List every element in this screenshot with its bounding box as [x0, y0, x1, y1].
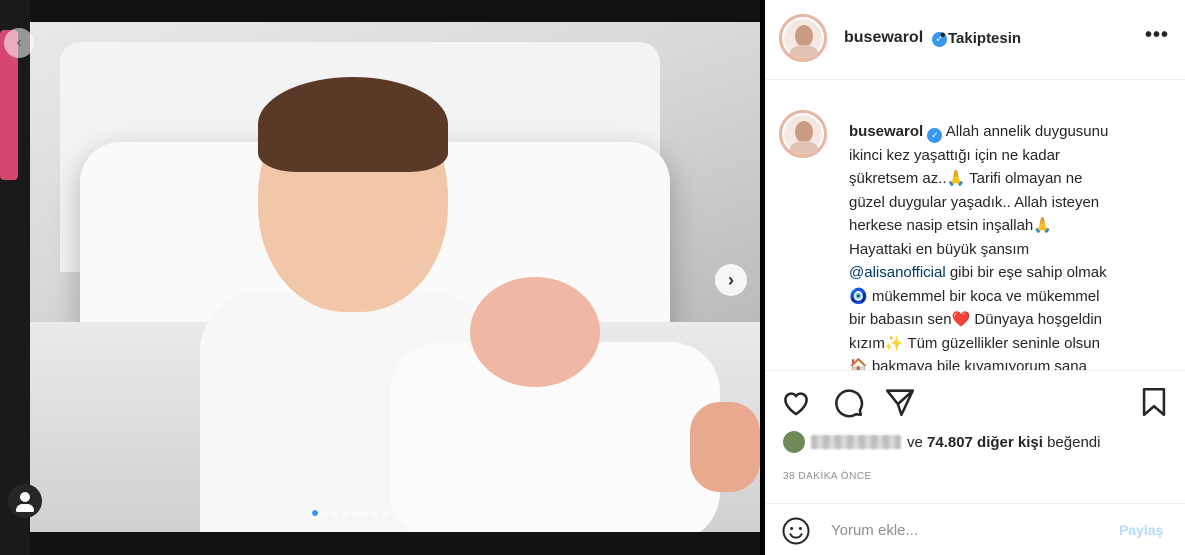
- bookmark-icon[interactable]: [1137, 385, 1171, 419]
- caption-line: güzel duygular yaşadık.. Allah isteyen: [849, 193, 1100, 211]
- caption-line: bir babasın sen❤️ Dünyaya hoşgeldin: [849, 311, 1103, 328]
- mention-link[interactable]: @alisanofficial: [849, 264, 946, 281]
- user-tag-icon[interactable]: [8, 484, 42, 518]
- comment-icon[interactable]: [831, 385, 865, 419]
- likes-count[interactable]: 74.807 diğer kişi: [927, 434, 1043, 451]
- separator-dot: •: [940, 27, 946, 44]
- avatar[interactable]: [779, 14, 827, 62]
- carousel-dot: [322, 510, 328, 516]
- post-actions: ve 74.807 diğer kişi beğendi 38 DAKİKA Ö…: [765, 370, 1185, 500]
- follow-status-button[interactable]: Takiptesin: [948, 30, 1021, 47]
- carousel-dot: [342, 510, 348, 516]
- photo-scene: [0, 22, 760, 532]
- smile-icon[interactable]: [781, 516, 811, 546]
- photo-baby-face: [470, 277, 600, 387]
- caption-avatar[interactable]: [779, 110, 827, 158]
- chevron-right-icon[interactable]: ›: [715, 264, 747, 296]
- caption-text: busewarol ✓ Allah annelik duygusunu ikin…: [849, 120, 1169, 370]
- likes-summary[interactable]: ve 74.807 diğer kişi beğendi: [783, 431, 1100, 453]
- header-username[interactable]: busewarol: [844, 29, 923, 47]
- caption-line: Hayattaki en büyük şansım: [849, 240, 1030, 258]
- carousel-dot: [332, 510, 338, 516]
- instagram-post-modal: ‹ › busewarol ✓ • Takiptesin ••• busewar…: [0, 0, 1185, 555]
- carousel-dot: [362, 510, 368, 516]
- caption-line: 🧿 mükemmel bir koca ve mükemmel: [849, 287, 1100, 305]
- likes-prefix: ve: [907, 433, 923, 451]
- post-photo[interactable]: ‹ ›: [0, 0, 760, 555]
- photo-hand: [690, 402, 760, 492]
- more-horizontal-icon[interactable]: •••: [1145, 24, 1169, 47]
- caption-line: herkese nasip etsin inşallah🙏: [849, 217, 1052, 234]
- comment-input[interactable]: [831, 514, 1091, 546]
- post-timestamp[interactable]: 38 DAKİKA ÖNCE: [783, 471, 872, 482]
- caption-line: şükretsem az..🙏 Tarifi olmayan ne: [849, 170, 1083, 187]
- caption-line: 🏠 bakmaya bile kıyamıyorum sana: [849, 358, 1087, 370]
- likes-suffix: beğendi: [1047, 433, 1101, 451]
- caption-line: ikinci kez yaşattığı için ne kadar: [849, 146, 1060, 164]
- carousel-dot: [312, 510, 318, 516]
- carousel-dots: [312, 510, 388, 516]
- caption-username[interactable]: busewarol: [849, 123, 923, 140]
- photo-boy-hair: [258, 77, 448, 172]
- caption-line: @alisanofficial gibi bir eşe sahip olmak: [849, 264, 1107, 281]
- post-side-panel: busewarol ✓ • Takiptesin ••• busewarol ✓…: [765, 0, 1185, 555]
- comment-form: Paylaş: [765, 503, 1185, 555]
- verified-badge-icon: ✓: [927, 128, 943, 143]
- post-comment-button[interactable]: Paylaş: [1119, 522, 1163, 538]
- carousel-dot: [382, 510, 388, 516]
- caption-line: kızım✨ Tüm güzellikler seninle olsun: [849, 334, 1100, 352]
- carousel-dot: [372, 510, 378, 516]
- chevron-left-icon[interactable]: ‹: [4, 28, 34, 58]
- carousel-dot: [352, 510, 358, 516]
- send-icon[interactable]: [883, 385, 917, 419]
- caption-line: busewarol ✓ Allah annelik duygusunu: [849, 120, 1169, 144]
- caption-area: busewarol ✓ Allah annelik duygusunu ikin…: [765, 80, 1185, 370]
- heart-icon[interactable]: [779, 385, 813, 419]
- liker-avatar: [783, 431, 805, 453]
- liker-name-blurred: [811, 435, 901, 449]
- post-header: busewarol ✓ • Takiptesin •••: [765, 0, 1185, 80]
